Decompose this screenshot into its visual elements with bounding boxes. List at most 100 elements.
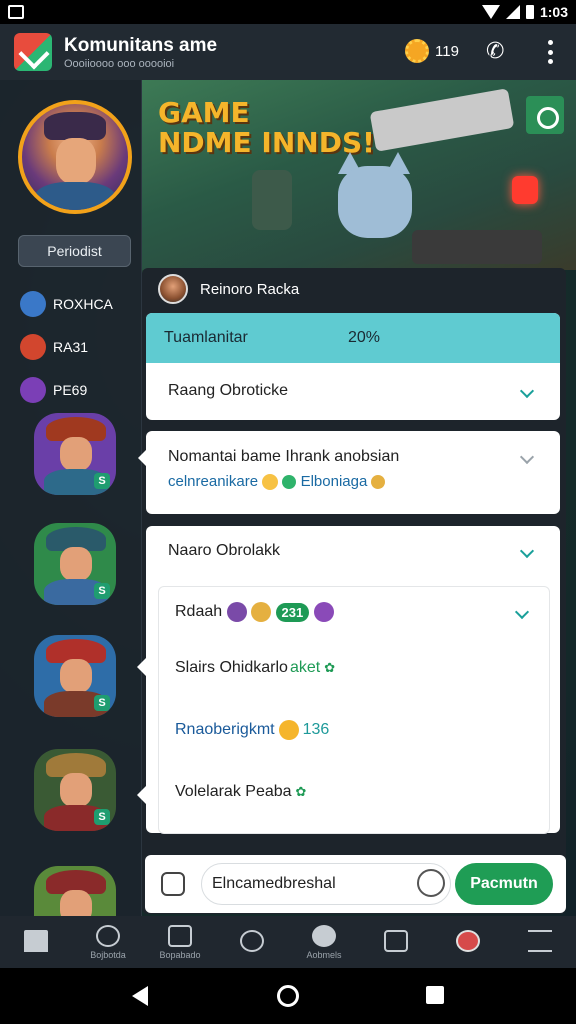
gun-glow-art — [512, 176, 538, 204]
sticker-icon[interactable] — [161, 872, 185, 896]
subcard-row[interactable]: Rnaoberigkmt 136 — [159, 699, 549, 761]
menu-icon — [528, 929, 552, 952]
char-badge: S — [94, 695, 110, 711]
bubble-pointer — [137, 658, 146, 676]
subrow-label: Rdaah — [175, 603, 223, 621]
sidebar-button[interactable]: Periodist — [18, 235, 131, 267]
card-row[interactable]: Raang Obroticke — [146, 363, 560, 419]
header-avatar[interactable] — [158, 274, 188, 304]
char-face — [60, 547, 92, 581]
item-badge-icon — [20, 334, 46, 360]
subrow-label: Slairs Ohidkarlo — [175, 659, 288, 676]
subrow-label: Volelarak Peaba — [175, 783, 292, 800]
subrow-accent: aket — [289, 659, 321, 676]
character-avatar[interactable]: S — [34, 635, 116, 717]
app-logo-icon — [14, 33, 52, 71]
character-avatar[interactable]: S — [34, 523, 116, 605]
profile-icon — [96, 924, 120, 947]
more-options-icon[interactable] — [546, 40, 554, 64]
tab-label: Bojbotda — [90, 949, 126, 960]
avatar-mini-icon — [313, 602, 334, 622]
grid-icon — [384, 929, 408, 952]
bottom-tab-bar: Bojbotda Bopabado Aobmels — [0, 916, 576, 968]
coin-counter[interactable]: 119 — [405, 39, 459, 63]
title-wrap: Komunitans ame Oooiioooo ooo ooooioi — [64, 35, 217, 70]
character-avatar[interactable]: S — [34, 413, 116, 495]
avatar-face — [56, 138, 96, 184]
chevron-down-icon[interactable] — [519, 543, 535, 559]
char-badge: S — [94, 583, 110, 599]
tab-grid[interactable] — [364, 918, 428, 966]
signal-icon — [505, 5, 520, 19]
coin-count: 119 — [435, 42, 459, 60]
chat-panel: Reinoro Racka Tuamlanitar 20% Raang Obro… — [138, 268, 566, 914]
banner-title: GAME NDME INNDS! — [158, 98, 375, 158]
group-title: Naaro Obrolakk — [168, 542, 281, 559]
avatar-coat — [34, 182, 116, 210]
tournament-card[interactable]: Tuamlanitar 20% Raang Obroticke — [146, 313, 560, 420]
subrow-1: Rdaah 231 — [175, 602, 334, 622]
tab-search[interactable] — [220, 918, 284, 966]
char-face — [60, 659, 92, 693]
banner-title-line1: GAME — [158, 96, 250, 129]
game-icon — [456, 929, 480, 952]
chevron-down-icon[interactable] — [514, 604, 530, 620]
banner-settings-icon[interactable] — [526, 96, 564, 134]
row-label: Raang Obroticke — [168, 382, 289, 399]
recent-apps-icon[interactable] — [426, 986, 444, 1004]
subcard-row[interactable]: Volelarak Peaba ✿ — [159, 761, 549, 823]
chevron-down-icon[interactable] — [519, 449, 535, 465]
message-link[interactable]: celnreanikare — [168, 473, 258, 490]
send-button[interactable]: Pacmutn — [455, 863, 553, 905]
avatar-mini-icon — [226, 602, 247, 622]
game-banner[interactable]: GAME NDME INNDS! — [142, 80, 576, 270]
tab-game[interactable] — [436, 918, 500, 966]
character-avatar[interactable] — [34, 866, 116, 916]
message-card[interactable]: Nomantai bame Ihrank anobsian celnreanik… — [138, 431, 560, 514]
phone-icon[interactable]: ✆ — [486, 40, 508, 62]
message-text: Nomantai bame Ihrank anobsian — [168, 448, 400, 465]
status-bar: 1:03 — [0, 0, 576, 24]
home-nav-icon[interactable] — [277, 985, 299, 1007]
status-right: 1:03 — [481, 4, 568, 20]
gun-art — [412, 230, 542, 264]
group-header[interactable]: Naaro Obrolakk — [146, 526, 560, 576]
home-icon — [24, 929, 48, 952]
message-subline: celnreanikare Elboniaga — [146, 473, 560, 491]
sidebar-item-label: PE69 — [53, 382, 88, 398]
character-avatar[interactable]: S — [34, 749, 116, 831]
tab-home[interactable] — [4, 918, 68, 966]
cannon-art — [369, 88, 515, 152]
tab-profile[interactable]: Bojbotda — [76, 918, 140, 966]
char-face — [60, 437, 92, 471]
sidebar-item-label: ROXHCA — [53, 296, 113, 312]
tab-emote[interactable]: Aobmels — [292, 918, 356, 966]
subrow-value: 136 — [302, 721, 330, 738]
subcard-row[interactable]: Slairs Ohidkarlo aket ✿ — [159, 637, 549, 699]
smile-emoji-icon — [262, 474, 279, 491]
back-icon[interactable] — [132, 986, 148, 1006]
emoji-icon[interactable] — [417, 869, 445, 897]
cat-character-art — [338, 166, 412, 238]
tab-friends[interactable]: Bopabado — [148, 918, 212, 966]
chevron-down-icon[interactable] — [519, 383, 535, 399]
tab-label: Bopabado — [159, 949, 201, 960]
group-card[interactable]: Naaro Obrolakk Rdaah 231 Slairs Ohidkarl… — [146, 526, 560, 834]
sidebar-item-2[interactable]: RA31 — [20, 334, 88, 360]
smile-emoji-icon — [278, 720, 299, 740]
top-app-bar: Komunitans ame Oooiioooo ooo ooooioi 119… — [0, 24, 576, 80]
robot-art — [252, 170, 292, 230]
tab-menu[interactable] — [508, 918, 572, 966]
app-subtitle: Oooiioooo ooo ooooioi — [64, 57, 175, 70]
profile-avatar[interactable] — [18, 100, 132, 214]
sidebar: Periodist ROXHCA RA31 PE69 S S S S — [0, 80, 142, 916]
subcard-row[interactable]: Rdaah 231 — [159, 587, 549, 637]
sidebar-item-3[interactable]: PE69 — [20, 377, 87, 403]
message-input[interactable]: Elncamedbreshal — [201, 863, 451, 905]
sidebar-item-1[interactable]: ROXHCA — [20, 291, 113, 317]
accent-label: Tuamlanitar — [164, 329, 248, 346]
char-face — [60, 890, 92, 916]
subrow-label: Rnaoberigkmt — [175, 721, 275, 738]
coin-icon — [405, 39, 429, 63]
card-accent-bar: Tuamlanitar 20% — [146, 313, 560, 363]
